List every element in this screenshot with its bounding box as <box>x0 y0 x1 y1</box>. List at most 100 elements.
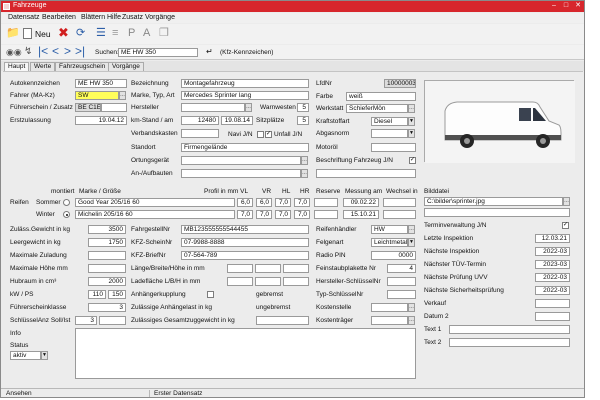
close-icon[interactable]: ✕ <box>573 2 583 10</box>
kmstand-field[interactable]: 12480 <box>181 116 219 125</box>
gesamtzug-field[interactable] <box>256 316 309 325</box>
kraftstoff-field[interactable]: Diesel <box>371 117 408 126</box>
text-icon[interactable]: P <box>128 27 135 39</box>
fsklasse-field[interactable]: 3 <box>88 303 126 312</box>
winter-wechsel-field[interactable] <box>383 210 416 219</box>
zuladung-field[interactable] <box>88 251 126 260</box>
werkstatt-field[interactable]: SchieferMön <box>346 104 408 113</box>
kfzschein-field[interactable]: 07-9988-8888 <box>181 238 309 247</box>
maximize-icon[interactable]: □ <box>561 2 571 10</box>
kfzbrief-field[interactable]: 07-564-789 <box>181 251 309 260</box>
status-field[interactable]: aktiv <box>10 351 41 360</box>
hoehe-mm-field[interactable] <box>283 264 309 273</box>
felgenart-dropdown-icon[interactable]: ▼ <box>408 238 415 247</box>
ortungsgeraet-dropdown-icon[interactable]: … <box>301 156 308 165</box>
sommer-marke-field[interactable]: Good Year 205/16 60 <box>75 198 235 207</box>
field-select-icon[interactable]: ≡ <box>112 27 118 39</box>
anhaenger-checkbox[interactable] <box>207 291 214 298</box>
ps-field[interactable]: 150 <box>108 290 126 299</box>
enter-icon[interactable]: ↵ <box>206 48 213 56</box>
motoroel-field[interactable] <box>371 143 416 152</box>
herstellerschl-field[interactable] <box>387 277 416 286</box>
next-record-icon[interactable]: > <box>64 45 71 57</box>
ladeflaeche-hoehe-field[interactable] <box>283 277 309 286</box>
reifenhaendler-dropdown-icon[interactable]: … <box>408 225 415 234</box>
tab-vorgaenge[interactable]: Vorgänge <box>108 62 144 71</box>
fahrer-dropdown-icon[interactable]: … <box>119 91 126 100</box>
fahrgestell-field[interactable]: MB123555555544455 <box>181 225 309 234</box>
sommer-reserve-field[interactable] <box>314 198 338 207</box>
warnwesten-field[interactable]: 5 <box>297 103 309 112</box>
schluessel-ist-field[interactable] <box>99 316 126 325</box>
list-edit-icon[interactable]: ☰ <box>96 27 106 39</box>
bilddatei-browse-icon[interactable]: … <box>563 197 570 206</box>
winter-messung-field[interactable]: 15.10.21 <box>343 210 379 219</box>
schluessel-soll-field[interactable]: 3 <box>75 316 97 325</box>
marke-field[interactable]: Mercedes Sprinter lang <box>181 91 309 100</box>
kostenstelle-dropdown-icon[interactable]: … <box>408 303 415 312</box>
winter-vl-field[interactable]: 7,0 <box>237 210 253 219</box>
leergewicht-field[interactable]: 1750 <box>88 238 126 247</box>
sitzplaetze-field[interactable]: 5 <box>297 116 309 125</box>
bilddatei-field[interactable]: C:\bilder\sprinter.jpg <box>424 197 563 206</box>
typschl-field[interactable] <box>387 290 416 299</box>
wrench-icon[interactable]: ↯ <box>24 46 32 58</box>
sommer-wechsel-field[interactable] <box>383 198 416 207</box>
kostentraeger-dropdown-icon[interactable]: … <box>408 316 415 325</box>
copy-icon[interactable]: ❐ <box>159 27 169 39</box>
menu-zusatz[interactable]: Zusatz <box>122 14 143 21</box>
refresh-icon[interactable]: ⟳ <box>76 27 85 39</box>
kostenstelle-field[interactable] <box>371 303 408 312</box>
menu-hilfe[interactable]: Hilfe <box>107 14 121 21</box>
kostentraeger-field[interactable] <box>371 316 408 325</box>
sommer-vr-field[interactable]: 6,0 <box>256 198 272 207</box>
aufbauten-dropdown-icon[interactable]: … <box>301 169 308 178</box>
reifenhaendler-field[interactable]: HW <box>371 225 408 234</box>
kmstand-datum-field[interactable]: 19.08.14 <box>221 116 253 125</box>
delete-icon[interactable]: ✖ <box>58 26 69 39</box>
naechster-tuev-field[interactable]: 2023-03 <box>535 260 570 269</box>
new-document-icon[interactable] <box>23 28 32 39</box>
verkauf-field[interactable] <box>535 299 570 308</box>
ladeflaeche-breite-field[interactable] <box>255 277 281 286</box>
text2-field[interactable] <box>449 338 570 347</box>
werkstatt-dropdown-icon[interactable]: … <box>408 104 415 113</box>
hersteller-dropdown-icon[interactable]: … <box>245 103 252 112</box>
winter-hr-field[interactable]: 7,0 <box>294 210 310 219</box>
kw-field[interactable]: 110 <box>88 290 106 299</box>
menu-blaettern[interactable]: Blättern <box>81 14 105 21</box>
winter-radio[interactable] <box>63 211 70 218</box>
fuehrerschein-field[interactable]: BE C1E <box>75 103 101 112</box>
ladeflaeche-laenge-field[interactable] <box>227 277 253 286</box>
text1-field[interactable] <box>449 325 570 334</box>
beschriftung-checkbox[interactable]: ✓ <box>409 157 416 164</box>
menu-vorgaenge[interactable]: Vorgänge <box>145 14 175 21</box>
folder-icon[interactable]: 📁 <box>6 27 20 39</box>
new-button[interactable]: Neu <box>35 29 51 39</box>
previous-record-icon[interactable]: < <box>52 45 59 57</box>
naechste-sicherheitspruefung-field[interactable]: 2022-03 <box>535 286 570 295</box>
laenge-field[interactable] <box>227 264 253 273</box>
sommer-radio[interactable] <box>63 199 70 206</box>
bezeichnung-field[interactable]: Montagefahrzeug <box>181 79 309 88</box>
ortungsgeraet-field[interactable] <box>181 156 301 165</box>
binoculars-icon[interactable]: ◉◉ <box>6 46 22 58</box>
feinstaub-field[interactable]: 4 <box>387 264 416 273</box>
farbe-field[interactable]: weiß <box>346 92 416 101</box>
abgasnorm-field[interactable] <box>371 129 408 138</box>
search-input[interactable]: ME HW 350 <box>118 48 198 57</box>
verbandskasten-field[interactable] <box>181 129 219 138</box>
naechste-uvv-field[interactable]: 2022-03 <box>535 273 570 282</box>
winter-vr-field[interactable]: 7,0 <box>256 210 272 219</box>
menu-bearbeiten[interactable]: Bearbeiten <box>42 14 76 21</box>
standort-field[interactable]: Firmengelände <box>181 143 309 152</box>
winter-hl-field[interactable]: 7,0 <box>275 210 291 219</box>
fahrer-field[interactable]: SW <box>75 91 119 100</box>
hersteller-field[interactable] <box>181 103 245 112</box>
sommer-hl-field[interactable]: 7,0 <box>275 198 291 207</box>
hoehe-field[interactable] <box>88 264 126 273</box>
first-record-icon[interactable]: |< <box>38 45 48 57</box>
tab-haupt[interactable]: Haupt <box>4 62 30 71</box>
sommer-messung-field[interactable]: 09.02.22 <box>343 198 379 207</box>
winter-marke-field[interactable]: Michelin 205/16 60 <box>75 210 235 219</box>
